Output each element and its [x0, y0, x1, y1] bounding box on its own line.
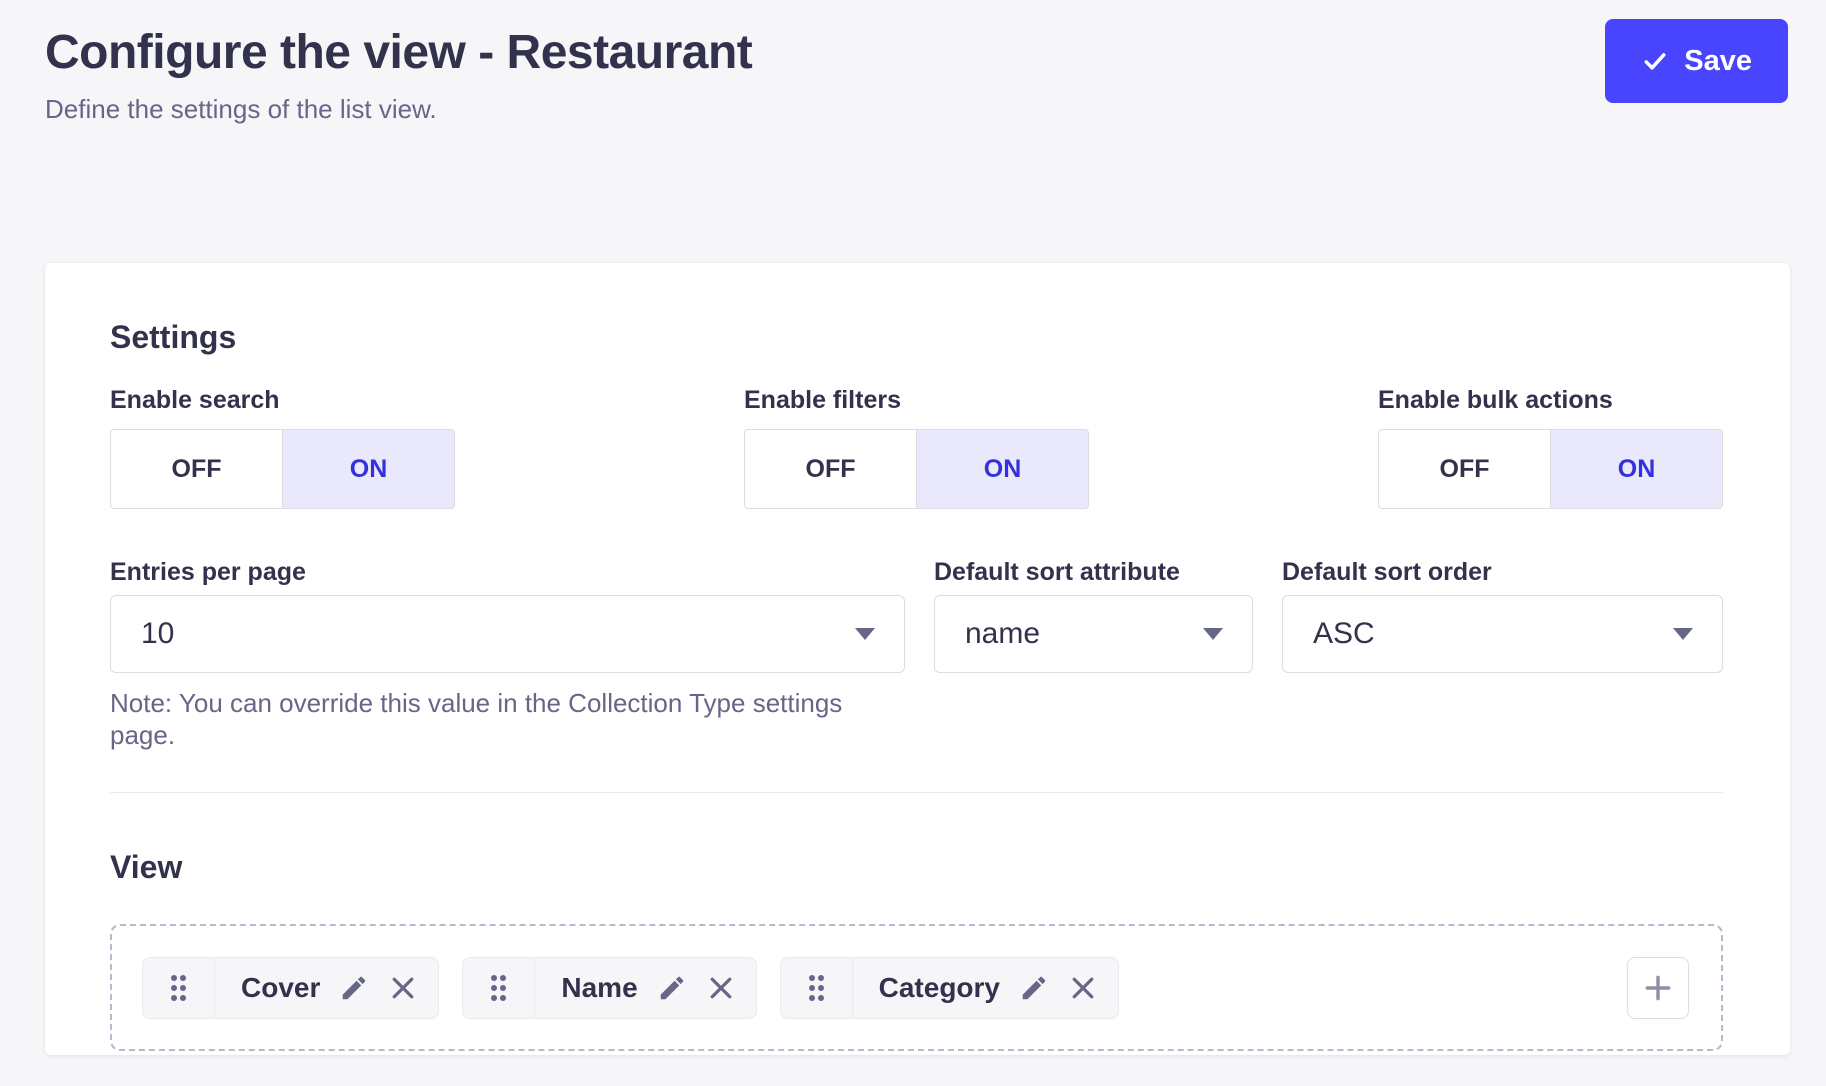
chip-label: Category [879, 972, 1000, 1004]
settings-heading: Settings [110, 318, 1723, 356]
chip-body: Category [853, 958, 1118, 1018]
remove-field-button[interactable] [706, 973, 736, 1003]
page-header: Configure the view - Restaurant Define t… [45, 24, 1788, 125]
field-label: Entries per page [110, 558, 905, 587]
plus-icon [1641, 971, 1675, 1005]
close-icon [706, 973, 736, 1003]
drag-handle[interactable] [781, 958, 853, 1018]
toggle-off-button[interactable]: OFF [1379, 430, 1550, 508]
field-chip-category: Category [780, 957, 1119, 1019]
toggle-on-button[interactable]: ON [282, 430, 454, 508]
field-chip-cover: Cover [142, 957, 439, 1019]
edit-field-button[interactable] [657, 973, 687, 1003]
chip-body: Cover [215, 958, 438, 1018]
toggle-field-filters: Enable filters OFF ON [744, 386, 1089, 509]
entries-per-page-select[interactable]: 10 [110, 595, 905, 673]
close-icon [388, 973, 418, 1003]
page-title: Configure the view - Restaurant [45, 24, 1788, 82]
select-value: 10 [141, 617, 174, 651]
drag-handle-icon [168, 972, 189, 1004]
chip-label: Cover [241, 972, 320, 1004]
select-value: name [965, 617, 1040, 651]
sort-attribute-select[interactable]: name [934, 595, 1253, 673]
chip-label: Name [561, 972, 637, 1004]
chevron-down-icon [1673, 628, 1693, 640]
section-divider [110, 792, 1723, 793]
view-heading: View [110, 848, 1723, 886]
chip-body: Name [535, 958, 755, 1018]
toggle-group-bulk-actions: OFF ON [1378, 429, 1723, 509]
toggle-group-filters: OFF ON [744, 429, 1089, 509]
page-subtitle: Define the settings of the list view. [45, 94, 1788, 125]
settings-card: Settings Enable search OFF ON Enable fil… [45, 263, 1790, 1055]
sort-order-select[interactable]: ASC [1282, 595, 1723, 673]
field-chip-name: Name [462, 957, 756, 1019]
edit-field-button[interactable] [1019, 973, 1049, 1003]
toggle-on-button[interactable]: ON [1550, 430, 1722, 508]
drag-handle[interactable] [463, 958, 535, 1018]
field-default-sort-attribute: Default sort attribute name [934, 558, 1253, 673]
toggles-row: Enable search OFF ON Enable filters OFF … [110, 386, 1723, 509]
check-icon [1641, 47, 1669, 75]
field-label: Enable bulk actions [1378, 386, 1723, 415]
view-fields-dropzone: Cover [110, 924, 1723, 1051]
field-note: Note: You can override this value in the… [110, 687, 905, 751]
pencil-icon [339, 973, 369, 1003]
chevron-down-icon [1203, 628, 1223, 640]
close-icon [1068, 973, 1098, 1003]
pencil-icon [657, 973, 687, 1003]
select-value: ASC [1313, 617, 1375, 651]
remove-field-button[interactable] [1068, 973, 1098, 1003]
field-label: Default sort attribute [934, 558, 1253, 587]
save-button-label: Save [1684, 45, 1752, 78]
toggle-field-search: Enable search OFF ON [110, 386, 455, 509]
save-button[interactable]: Save [1605, 19, 1788, 103]
drag-handle[interactable] [143, 958, 215, 1018]
chevron-down-icon [855, 628, 875, 640]
field-label: Default sort order [1282, 558, 1723, 587]
add-field-button[interactable] [1627, 957, 1689, 1019]
drag-handle-icon [488, 972, 509, 1004]
field-entries-per-page: Entries per page 10 Note: You can overri… [110, 558, 905, 751]
toggle-on-button[interactable]: ON [916, 430, 1088, 508]
toggle-field-bulk-actions: Enable bulk actions OFF ON [1378, 386, 1723, 509]
field-chips: Cover [142, 957, 1119, 1019]
pencil-icon [1019, 973, 1049, 1003]
edit-field-button[interactable] [339, 973, 369, 1003]
toggle-off-button[interactable]: OFF [745, 430, 916, 508]
field-default-sort-order: Default sort order ASC [1282, 558, 1723, 673]
toggle-group-search: OFF ON [110, 429, 455, 509]
drag-handle-icon [806, 972, 827, 1004]
selects-row: Entries per page 10 Note: You can overri… [110, 558, 1723, 751]
remove-field-button[interactable] [388, 973, 418, 1003]
toggle-off-button[interactable]: OFF [111, 430, 282, 508]
field-label: Enable search [110, 386, 455, 415]
field-label: Enable filters [744, 386, 1089, 415]
